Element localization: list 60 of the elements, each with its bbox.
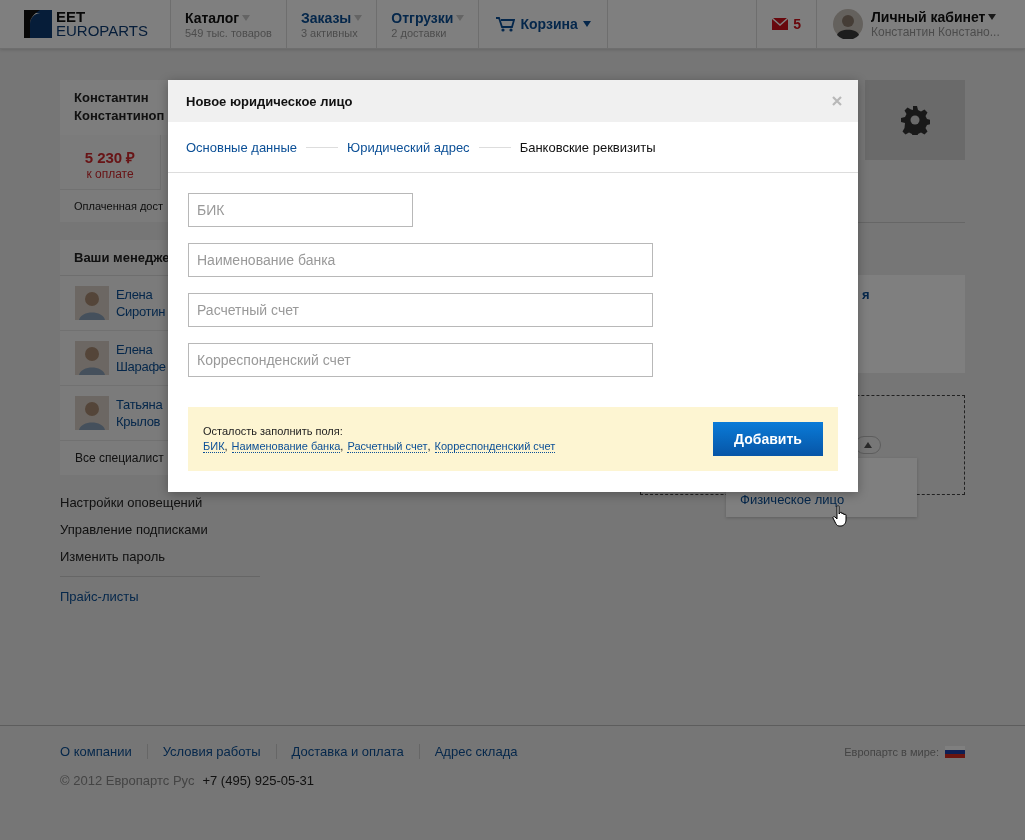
input-field[interactable]: Наименование банка (188, 243, 653, 277)
input-field[interactable]: Расчетный счет (188, 293, 653, 327)
cart-icon (495, 16, 516, 32)
logo-icon (24, 10, 52, 38)
flag-icon (945, 745, 965, 758)
notice-text: Осталость заполнить поля: (203, 425, 344, 437)
separator: , (427, 440, 431, 453)
caret-icon (988, 14, 997, 20)
account-link[interactable]: Личный кабинет (871, 9, 986, 25)
avatar-icon (75, 396, 109, 430)
paid-text: Оплаченная дост (74, 200, 163, 212)
step-tab[interactable]: Основные данные (186, 139, 298, 155)
step-tab[interactable]: Банковские реквизиты (519, 139, 656, 155)
add-button[interactable]: Добавить (713, 422, 823, 456)
user-name: Константин (74, 89, 149, 107)
manager-link[interactable]: Татьяна Крылов (116, 396, 163, 430)
logo-text: EUROPARTS (56, 24, 148, 38)
nav-link[interactable]: Каталог (184, 9, 240, 26)
avatar-icon (75, 341, 109, 375)
amount-label: к оплате (86, 167, 134, 181)
price-lists-link[interactable]: Прайс-листы (60, 589, 139, 604)
logo-text: EET (56, 10, 87, 24)
avatar-icon (75, 286, 109, 320)
settings-icon (900, 105, 930, 135)
step-tab[interactable]: Юридический адрес (347, 139, 470, 155)
settings-tile[interactable] (865, 80, 965, 160)
field-link[interactable]: БИК (203, 440, 225, 453)
caret-icon (456, 14, 465, 21)
caret-icon (582, 21, 591, 27)
footer-link[interactable]: Условия работы (146, 744, 276, 759)
user-name: Константиноп (74, 107, 165, 125)
nav-link[interactable]: Заказы (300, 9, 352, 26)
separator: , (340, 440, 344, 453)
card-text: я (862, 287, 870, 302)
footer-link[interactable]: Доставка и оплата (275, 744, 419, 759)
mail-link[interactable]: 5 (757, 0, 817, 48)
avatar-icon (833, 9, 863, 39)
footer-link[interactable]: О компании (60, 744, 147, 759)
nav-link[interactable]: Отгрузки (391, 9, 454, 26)
field-link[interactable]: Корреспонденский счет (434, 440, 556, 453)
input-field[interactable]: Корреспонденский счет (188, 343, 653, 377)
settings-link[interactable]: Настройки оповещений (60, 495, 203, 510)
field-link[interactable]: Расчетный счет (347, 440, 428, 453)
menu-item[interactable]: Физическое лицо (740, 492, 845, 507)
cart-link[interactable]: Корзина (495, 16, 591, 32)
separator: , (224, 440, 228, 453)
manager-link[interactable]: Елена Шарафе (116, 341, 166, 375)
envelope-icon (772, 18, 789, 30)
phone-number: +7 (495) 925-05-31 (202, 773, 315, 788)
caret-icon (354, 14, 363, 21)
amount-due: 5 230 ₽ (84, 148, 136, 167)
input-field[interactable]: БИК (188, 193, 413, 227)
dialog-title: Новое юридическое лицо (186, 93, 353, 109)
footer-link[interactable]: Адрес склада (418, 744, 533, 759)
caret-icon (242, 14, 251, 21)
close-icon (832, 96, 842, 106)
manager-link[interactable]: Елена Сиротин (116, 286, 166, 320)
settings-link[interactable]: Изменить пароль (60, 549, 166, 564)
settings-link[interactable]: Управление подписками (60, 522, 208, 537)
caret-icon (864, 442, 872, 448)
